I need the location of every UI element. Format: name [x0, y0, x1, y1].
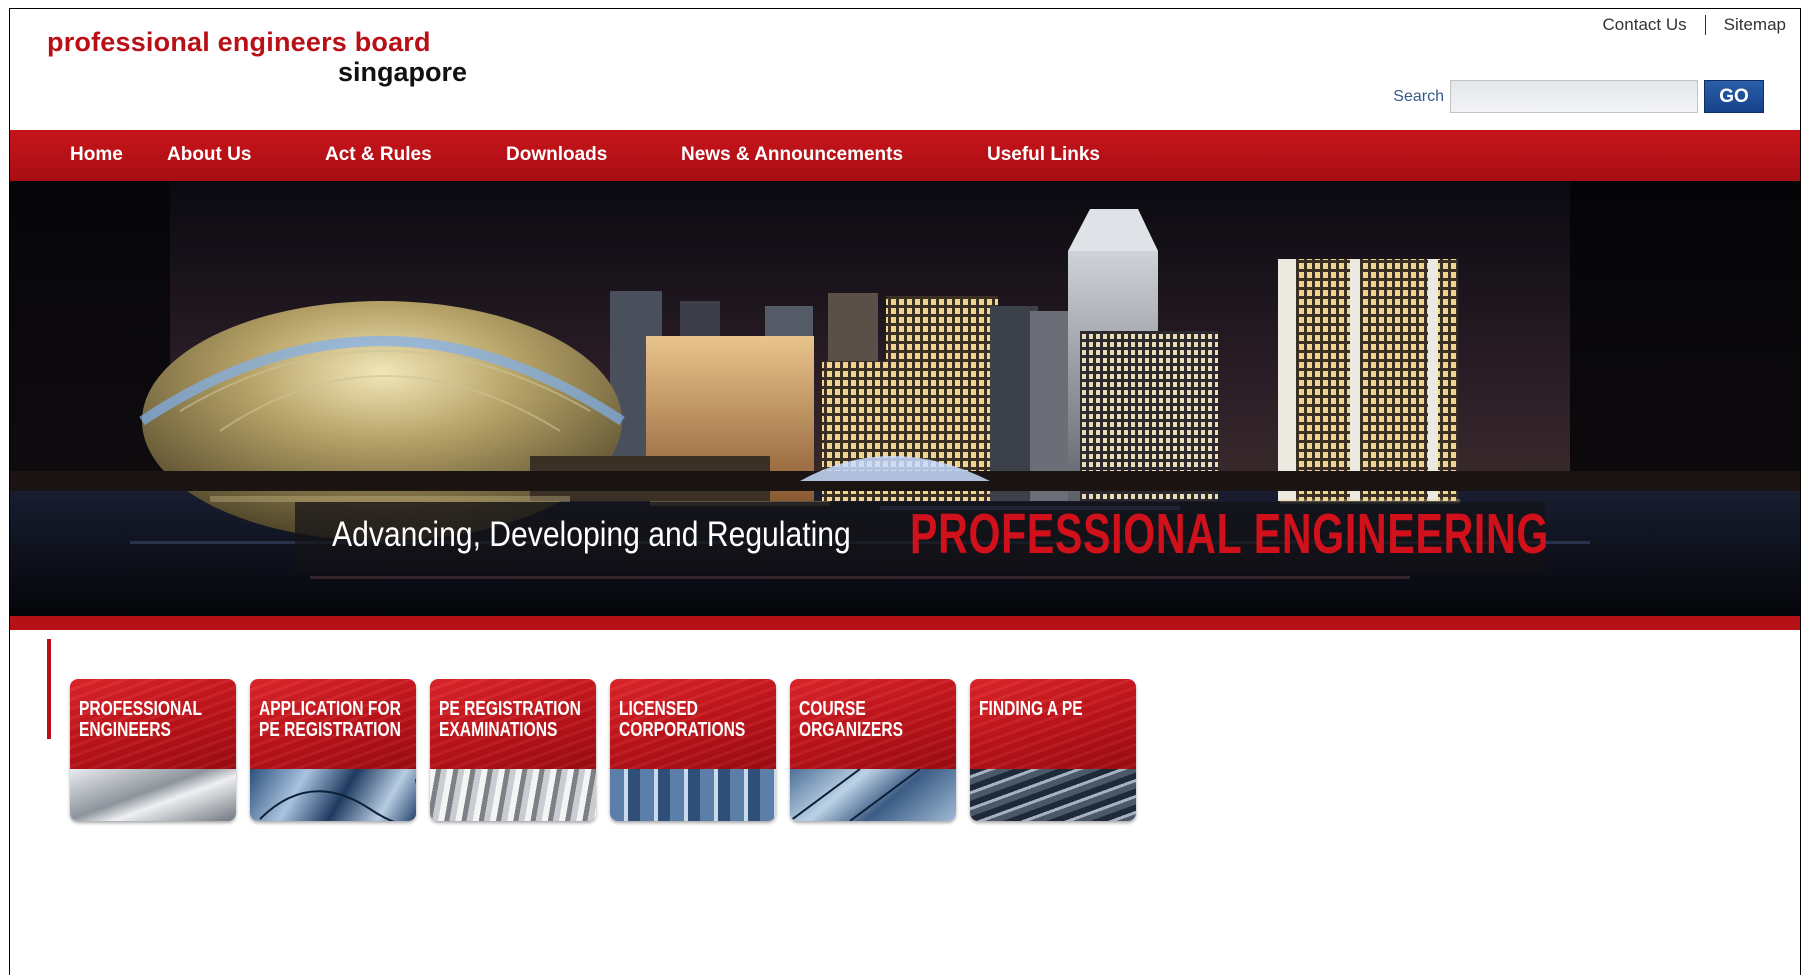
nav-item-useful-links[interactable]: Useful Links: [987, 144, 1100, 166]
sitemap-link[interactable]: Sitemap: [1724, 15, 1786, 35]
tile-pe-registration-examinations[interactable]: PE REGISTRATION EXAMINATIONS: [430, 679, 596, 821]
tile-professional-engineers[interactable]: PROFESSIONAL ENGINEERS: [70, 679, 236, 821]
logo-line-1: professional engineers board: [47, 27, 431, 57]
site-logo[interactable]: professional engineers board singapore: [47, 27, 467, 88]
hero-bottom-strip: [10, 616, 1800, 630]
tile-finding-a-pe[interactable]: FINDING A PE: [970, 679, 1136, 821]
nav-item-about-us[interactable]: About Us: [167, 144, 251, 166]
search-input[interactable]: [1450, 80, 1698, 113]
search-go-button[interactable]: GO: [1704, 80, 1764, 113]
tile-image: [790, 769, 956, 821]
tile-label: COURSE ORGANIZERS: [799, 698, 904, 741]
tile-image: [430, 769, 596, 821]
tile-image: [970, 769, 1136, 821]
tile-licensed-corporations[interactable]: LICENSED CORPORATIONS: [610, 679, 776, 821]
tile-image: [610, 769, 776, 821]
main-nav: Home About Us Act & Rules Downloads News…: [10, 130, 1800, 181]
tile-label: LICENSED CORPORATIONS: [619, 698, 746, 741]
search-bar: Search GO: [1393, 80, 1764, 113]
tile-course-organizers[interactable]: COURSE ORGANIZERS: [790, 679, 956, 821]
tile-label: PROFESSIONAL ENGINEERS: [79, 698, 203, 741]
section-accent-bar: [47, 639, 51, 739]
tile-image: [250, 769, 416, 821]
nav-item-home[interactable]: Home: [70, 144, 123, 166]
tile-image: [70, 769, 236, 821]
hero-tagline: Advancing, Developing and Regulating: [332, 515, 851, 554]
search-label: Search: [1393, 87, 1444, 105]
contact-us-link[interactable]: Contact Us: [1603, 15, 1687, 35]
logo-line-2: singapore: [337, 57, 467, 87]
tile-label: PE REGISTRATION EXAMINATIONS: [439, 698, 581, 741]
quick-links-tiles: PROFESSIONAL ENGINEERS APPLICATION FOR P…: [70, 679, 1136, 821]
tile-application-pe-registration[interactable]: APPLICATION FOR PE REGISTRATION: [250, 679, 416, 821]
tile-label: APPLICATION FOR PE REGISTRATION: [259, 698, 401, 741]
nav-item-downloads[interactable]: Downloads: [506, 144, 607, 166]
utility-divider: [1704, 15, 1706, 35]
tile-header: [970, 679, 1136, 769]
nav-item-news-announcements[interactable]: News & Announcements: [681, 144, 903, 166]
nav-item-act-rules[interactable]: Act & Rules: [325, 144, 432, 166]
page-frame: professional engineers board singapore C…: [9, 8, 1801, 975]
hero-tagline-emphasis: PROFESSIONAL ENGINEERING: [910, 502, 1550, 566]
utility-links: Contact Us Sitemap: [1603, 15, 1786, 35]
tile-label: FINDING A PE: [979, 698, 1083, 720]
